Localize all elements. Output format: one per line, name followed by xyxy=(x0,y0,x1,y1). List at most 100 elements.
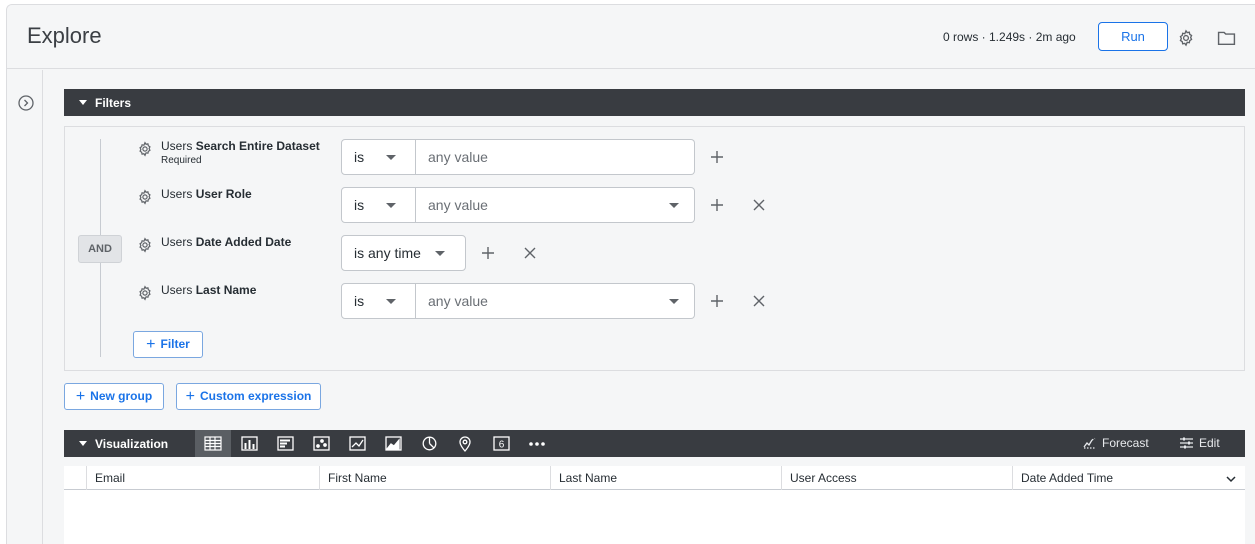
plus-icon: + xyxy=(185,387,195,405)
table-icon[interactable] xyxy=(195,430,231,457)
filter-view-name: Users xyxy=(161,235,193,249)
remove-filter-close-icon[interactable] xyxy=(750,292,768,310)
plus-icon: + xyxy=(146,335,156,353)
chevron-down-icon xyxy=(435,251,445,256)
operator-value: is xyxy=(354,149,365,165)
filter-field-label: Search Entire Dataset xyxy=(195,139,320,153)
value-placeholder: any value xyxy=(428,293,488,309)
operator-value: is any time xyxy=(354,245,421,261)
results-table: Email First Name Last Name User Access D… xyxy=(64,466,1245,544)
column-header-first-name[interactable]: First Name xyxy=(319,466,550,490)
chevron-right-circle-icon[interactable] xyxy=(18,95,34,111)
value-placeholder: any value xyxy=(428,149,488,165)
gear-icon[interactable] xyxy=(137,141,153,157)
more-icon[interactable] xyxy=(519,430,555,457)
folder-icon[interactable] xyxy=(1216,28,1236,48)
column-header-email[interactable]: Email xyxy=(86,466,319,490)
filters-title: Filters xyxy=(95,96,132,110)
filter-field-label: User Role xyxy=(195,187,252,201)
visualization-title[interactable]: Visualization xyxy=(95,437,168,451)
filters-panel: AND Users Search Entire Dataset Required… xyxy=(64,126,1245,371)
remove-filter-close-icon[interactable] xyxy=(750,196,768,214)
chevron-down-icon xyxy=(669,299,679,304)
column-header-last-name[interactable]: Last Name xyxy=(550,466,781,490)
line-chart-icon[interactable] xyxy=(339,430,375,457)
filter-field-label: Last Name xyxy=(195,283,257,297)
add-filter-button[interactable]: + Filter xyxy=(133,331,203,358)
scatter-chart-icon[interactable] xyxy=(303,430,339,457)
and-logic-badge[interactable]: AND xyxy=(78,235,122,263)
side-panel xyxy=(7,70,43,544)
filter-operator-select[interactable]: is xyxy=(341,187,416,223)
visualization-section-header: Visualization 6 Forecast Edit xyxy=(64,430,1245,457)
filter-field-label: Date Added Date xyxy=(195,235,292,249)
operator-value: is xyxy=(354,293,365,309)
single-value-icon[interactable]: 6 xyxy=(483,430,519,457)
filter-operator-select[interactable]: is any time xyxy=(341,235,466,271)
filter-view-name: Users xyxy=(161,283,193,297)
filter-value-select[interactable]: any value xyxy=(416,187,695,223)
collapse-caret-icon xyxy=(79,100,87,105)
add-filter-label: Filter xyxy=(160,336,190,351)
chevron-down-icon xyxy=(386,155,396,160)
visualization-toolbar: 6 xyxy=(195,430,555,457)
chevron-down-icon[interactable] xyxy=(1225,472,1237,484)
edit-button[interactable]: Edit xyxy=(1180,436,1220,450)
filter-operator-select[interactable]: is xyxy=(341,139,416,175)
filter-row: Users User Role is any value xyxy=(137,187,1237,223)
sliders-icon xyxy=(1180,437,1193,449)
query-meta: 0 rows · 1.249s · 2m ago xyxy=(943,30,1076,44)
add-condition-plus-icon[interactable] xyxy=(708,196,726,214)
custom-expression-label: Custom expression xyxy=(199,388,312,403)
filter-field-name: Users User Role xyxy=(161,187,252,201)
add-condition-plus-icon[interactable] xyxy=(708,292,726,310)
column-header-date-added-time[interactable]: Date Added Time xyxy=(1012,466,1245,490)
collapse-caret-icon[interactable] xyxy=(79,441,87,446)
filter-operator-select[interactable]: is xyxy=(341,283,416,319)
new-group-button[interactable]: + New group xyxy=(64,383,164,410)
value-placeholder: any value xyxy=(428,197,488,213)
chevron-down-icon xyxy=(669,203,679,208)
add-condition-plus-icon[interactable] xyxy=(479,244,497,262)
custom-expression-button[interactable]: + Custom expression xyxy=(176,383,321,410)
explore-page: Explore 0 rows · 1.249s · 2m ago Run Fil… xyxy=(6,4,1255,544)
remove-filter-close-icon[interactable] xyxy=(521,244,539,262)
filter-value-select[interactable]: any value xyxy=(416,283,695,319)
gear-icon[interactable] xyxy=(137,285,153,301)
plus-icon: + xyxy=(75,387,86,405)
filter-view-name: Users xyxy=(161,187,193,201)
page-title: Explore xyxy=(27,23,102,48)
map-pin-icon[interactable] xyxy=(447,430,483,457)
pie-chart-icon[interactable] xyxy=(411,430,447,457)
filter-value-input[interactable]: any value xyxy=(416,139,695,175)
new-group-label: New group xyxy=(90,388,153,403)
filter-required-note: Required xyxy=(161,155,202,166)
forecast-label: Forecast xyxy=(1102,436,1149,450)
column-header-user-access[interactable]: User Access xyxy=(781,466,1012,490)
explore-header: Explore 0 rows · 1.249s · 2m ago Run xyxy=(7,5,1255,69)
bar-chart-icon[interactable] xyxy=(267,430,303,457)
run-button[interactable]: Run xyxy=(1098,22,1168,51)
filter-field-name: Users Last Name xyxy=(161,283,256,297)
svg-text:6: 6 xyxy=(498,440,504,451)
filters-section-header[interactable]: Filters xyxy=(64,89,1245,116)
operator-value: is xyxy=(354,197,365,213)
column-chart-icon[interactable] xyxy=(231,430,267,457)
filter-field-name: Users Search Entire Dataset xyxy=(161,139,320,153)
filter-field-name: Users Date Added Date xyxy=(161,235,291,249)
forecast-icon xyxy=(1083,437,1096,449)
gear-icon[interactable] xyxy=(1176,28,1196,48)
add-condition-plus-icon[interactable] xyxy=(708,148,726,166)
chevron-down-icon xyxy=(386,299,396,304)
filter-row: Users Date Added Date is any time xyxy=(137,235,1237,271)
filter-row: Users Last Name is any value xyxy=(137,283,1237,319)
gear-icon[interactable] xyxy=(137,189,153,205)
filter-row: Users Search Entire Dataset Required is … xyxy=(137,139,1237,175)
gear-icon[interactable] xyxy=(137,237,153,253)
area-chart-icon[interactable] xyxy=(375,430,411,457)
filter-view-name: Users xyxy=(161,139,193,153)
edit-label: Edit xyxy=(1199,436,1220,450)
table-header: Email First Name Last Name User Access D… xyxy=(64,466,1245,490)
chevron-down-icon xyxy=(386,203,396,208)
forecast-button[interactable]: Forecast xyxy=(1083,436,1149,450)
